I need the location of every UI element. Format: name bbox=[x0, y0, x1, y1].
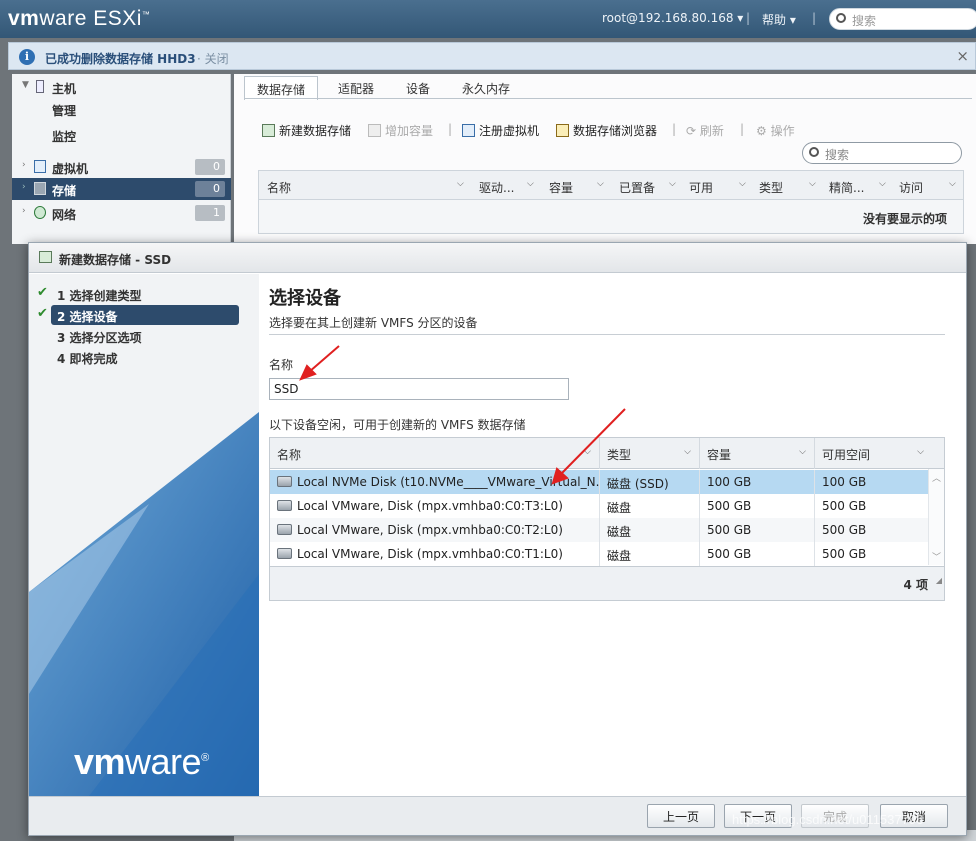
network-count-badge: 1 bbox=[195, 205, 225, 221]
col-name[interactable]: 名称 ⌵ bbox=[267, 179, 464, 196]
user-menu[interactable]: root@192.168.80.168 ▾ bbox=[602, 11, 743, 25]
search-icon bbox=[836, 13, 846, 23]
chevron-down-icon: ⌵ bbox=[669, 179, 676, 189]
new-datastore-dialog: 新建数据存储 - SSD ✔ 1 选择创建类型 ✔ 2 选择设备 3 选择分区选… bbox=[28, 242, 967, 836]
header-search-input[interactable]: 搜索 bbox=[829, 8, 976, 30]
check-icon: ✔ bbox=[37, 306, 48, 321]
refresh-button[interactable]: ⟳ 刷新 bbox=[686, 122, 724, 139]
chevron-down-icon: ⌵ bbox=[879, 179, 886, 189]
chevron-right-icon[interactable]: › bbox=[22, 182, 26, 192]
vm-icon bbox=[34, 160, 46, 173]
wizard-step-4[interactable]: 4 即将完成 bbox=[51, 347, 239, 367]
annotation-arrows bbox=[299, 345, 626, 485]
vmware-esxi-logo: vmware ESXi™ bbox=[8, 7, 151, 30]
nav-storage[interactable]: › 存储 0 bbox=[12, 178, 231, 200]
vmware-logo: vmware® bbox=[74, 741, 209, 782]
chevron-right-icon[interactable]: › bbox=[22, 206, 26, 216]
host-icon bbox=[36, 80, 44, 93]
nav-network[interactable]: › 网络 1 bbox=[12, 202, 231, 224]
tab-adapters[interactable]: 适配器 bbox=[326, 76, 386, 100]
refresh-icon: ⟳ bbox=[686, 124, 700, 138]
chevron-down-icon: ⌵ bbox=[809, 179, 816, 189]
tab-persistent-memory[interactable]: 永久内存 bbox=[450, 76, 522, 100]
wizard-step-1[interactable]: 1 选择创建类型 bbox=[51, 284, 239, 304]
col-thin[interactable]: 精简... ⌵ bbox=[829, 179, 886, 196]
dialog-titlebar: 新建数据存储 - SSD bbox=[29, 243, 966, 273]
datastore-icon bbox=[39, 251, 52, 263]
storage-icon bbox=[34, 182, 46, 195]
search-placeholder: 搜索 bbox=[852, 14, 877, 28]
browser-icon bbox=[556, 124, 569, 137]
toolbar-separator: | bbox=[740, 122, 745, 136]
annotation-arrow-device bbox=[560, 408, 626, 475]
info-icon: i bbox=[19, 49, 35, 65]
toolbar-separator: | bbox=[448, 122, 453, 136]
chevron-down-icon: ⌵ bbox=[949, 179, 956, 189]
col-driver[interactable]: 驱动... ⌵ bbox=[479, 179, 534, 196]
wizard-steps-panel: ✔ 1 选择创建类型 ✔ 2 选择设备 3 选择分区选项 4 即将完成 vmwa… bbox=[29, 274, 259, 796]
search-icon bbox=[809, 147, 819, 157]
gear-icon: ⚙ bbox=[756, 124, 771, 138]
chevron-down-icon: ⌵ bbox=[457, 179, 464, 189]
notification-close-link[interactable]: · 关闭 bbox=[197, 50, 229, 67]
col-type[interactable]: 类型 ⌵ bbox=[759, 179, 816, 196]
storage-main-panel: 数据存储 适配器 设备 永久内存 新建数据存储 增加容量 | 注册虚拟机 数据存… bbox=[234, 74, 976, 244]
nav-manage[interactable]: 管理 bbox=[12, 98, 231, 120]
top-header: vmware ESXi™ root@192.168.80.168 ▾ | 帮助 … bbox=[0, 0, 976, 38]
actions-menu[interactable]: ⚙ 操作 bbox=[756, 122, 795, 139]
help-menu[interactable]: 帮助 ▾ bbox=[762, 11, 796, 28]
datastore-grid-header: 名称 ⌵ 驱动... ⌵ 容量 ⌵ 已置备 ⌵ 可用 ⌵ 类型 ⌵ 精简... ⌵ 访问 ⌵ bbox=[258, 170, 964, 200]
chevron-down-icon[interactable]: ▼ bbox=[22, 80, 29, 90]
tab-divider bbox=[244, 98, 972, 99]
new-datastore-button[interactable]: 新建数据存储 bbox=[262, 122, 351, 139]
vm-count-badge: 0 bbox=[195, 159, 225, 175]
datastore-grid-empty: 没有要显示的项 bbox=[258, 200, 964, 234]
tab-devices[interactable]: 设备 bbox=[394, 76, 442, 100]
col-capacity[interactable]: 容量 ⌵ bbox=[549, 179, 604, 196]
nav-vms[interactable]: › 虚拟机 0 bbox=[12, 156, 231, 178]
datastore-browser-button[interactable]: 数据存储浏览器 bbox=[556, 122, 657, 139]
wizard-content: 选择设备 选择要在其上创建新 VMFS 分区的设备 名称 以下设备空闲，可用于创… bbox=[259, 274, 966, 796]
watermark: https://blog.csdn.net/u011537796 bbox=[732, 812, 924, 827]
chevron-down-icon: ⌵ bbox=[739, 179, 746, 189]
chevron-down-icon: ⌵ bbox=[527, 179, 534, 189]
dialog-title: 新建数据存储 - SSD bbox=[59, 253, 172, 267]
vm-icon bbox=[462, 124, 475, 137]
wizard-step-3[interactable]: 3 选择分区选项 bbox=[51, 326, 239, 346]
datastore-icon bbox=[368, 124, 381, 137]
col-free[interactable]: 可用 ⌵ bbox=[689, 179, 746, 196]
header-separator: | bbox=[812, 11, 817, 25]
chevron-right-icon[interactable]: › bbox=[22, 160, 26, 170]
datastore-icon bbox=[262, 124, 275, 137]
annotation-arrow-name bbox=[308, 345, 340, 373]
toolbar-separator: | bbox=[672, 122, 677, 136]
datastore-search-input[interactable]: 搜索 bbox=[802, 142, 962, 164]
increase-capacity-button[interactable]: 增加容量 bbox=[368, 122, 433, 139]
wizard-step-2[interactable]: 2 选择设备 bbox=[51, 305, 239, 325]
navigator: ▼ 主机 管理 监控 › 虚拟机 0 › 存储 0 › 网络 1 bbox=[12, 74, 231, 244]
nav-monitor[interactable]: 监控 bbox=[12, 124, 231, 146]
close-icon[interactable]: × bbox=[956, 47, 969, 65]
storage-count-badge: 0 bbox=[195, 181, 225, 197]
back-button[interactable]: 上一页 bbox=[647, 804, 715, 828]
col-provisioned[interactable]: 已置备 ⌵ bbox=[619, 179, 676, 196]
col-access[interactable]: 访问 ⌵ bbox=[899, 179, 956, 196]
notification-bar: i 已成功删除数据存储 HHD3 · 关闭 × bbox=[8, 42, 976, 70]
chevron-down-icon: ⌵ bbox=[597, 179, 604, 189]
check-icon: ✔ bbox=[37, 285, 48, 300]
register-vm-button[interactable]: 注册虚拟机 bbox=[462, 122, 539, 139]
header-separator: | bbox=[746, 11, 751, 25]
nav-host[interactable]: ▼ 主机 bbox=[12, 76, 231, 98]
tab-datastores[interactable]: 数据存储 bbox=[244, 76, 319, 100]
network-icon bbox=[34, 206, 46, 219]
notification-message: 已成功删除数据存储 HHD3 bbox=[45, 52, 196, 66]
